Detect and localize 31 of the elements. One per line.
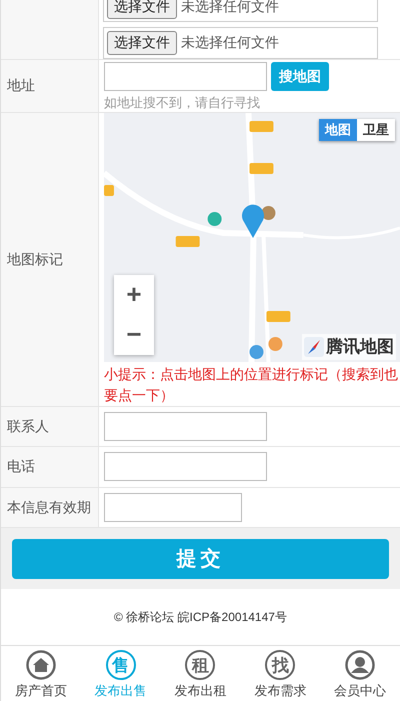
field-label: 本信息有效期 bbox=[1, 488, 99, 528]
choose-file-button[interactable]: 选择文件 bbox=[107, 30, 177, 55]
field-label: 电话 bbox=[1, 447, 99, 487]
zoom-out-button[interactable]: − bbox=[114, 314, 154, 354]
house-icon bbox=[26, 650, 56, 680]
compass-icon bbox=[304, 336, 324, 357]
nav-tab[interactable]: 租 发布出租 bbox=[160, 646, 240, 701]
map-logo: 腾讯地图 bbox=[326, 336, 394, 358]
footer-text: © 徐桥论坛 皖ICP备20014147号 bbox=[114, 609, 287, 626]
text-field[interactable] bbox=[104, 412, 267, 441]
map-pin-icon bbox=[241, 204, 265, 238]
hint-text: 如地址搜不到，请自行寻找 bbox=[104, 94, 261, 112]
map-tip: 小提示：点击地图上的位置进行标记（搜索到也要点一下） bbox=[104, 364, 399, 404]
text-field[interactable] bbox=[104, 452, 267, 482]
glyph-icon: 售 bbox=[106, 650, 136, 680]
field-label: 地址 bbox=[1, 60, 99, 112]
glyph-icon: 租 bbox=[185, 650, 216, 680]
nav-tab[interactable]: 找 发布需求 bbox=[240, 646, 320, 701]
map-type-tab[interactable]: 卫星 bbox=[357, 118, 395, 140]
text-field[interactable] bbox=[104, 493, 242, 522]
nav-tab[interactable]: 会员中心 bbox=[320, 646, 400, 701]
zoom-in-button[interactable]: + bbox=[114, 274, 154, 314]
nav-tab[interactable]: 房产首页 bbox=[1, 646, 81, 701]
glyph-icon: 找 bbox=[265, 650, 296, 680]
user-icon bbox=[345, 650, 376, 680]
map-type-tab[interactable]: 地图 bbox=[319, 118, 357, 140]
address-field[interactable] bbox=[104, 62, 267, 90]
file-status: 未选择任何文件 bbox=[181, 33, 279, 52]
file-field[interactable]: 选择文件 未选择任何文件 bbox=[103, 27, 378, 58]
field-label: 联系人 bbox=[1, 406, 99, 446]
field-label: 地图标记 bbox=[1, 112, 99, 406]
